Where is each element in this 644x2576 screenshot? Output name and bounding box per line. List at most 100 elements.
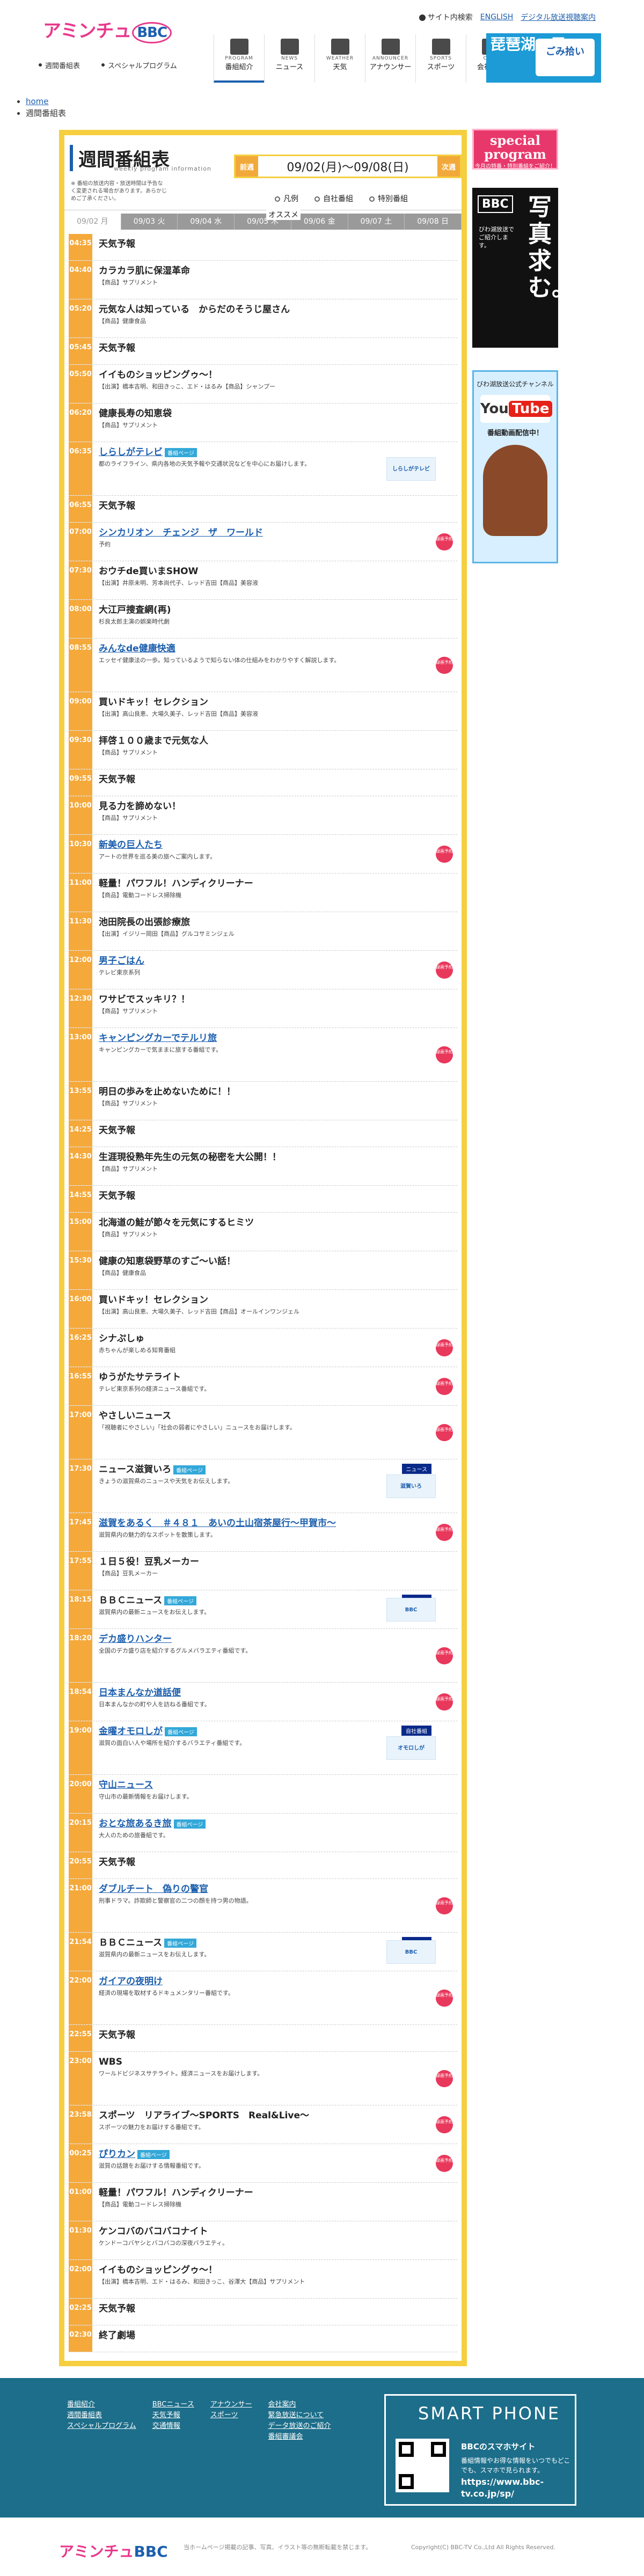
record-reservation-icon[interactable]: 録画予約	[436, 2116, 453, 2133]
program-time: 07:30	[69, 561, 92, 599]
program-title[interactable]: 男子ごはん	[99, 955, 452, 967]
program-desc: 刑事ドラマ。詐欺師と警察官の二つの顔を持つ男の物語。	[99, 1897, 252, 1904]
english-link[interactable]: ENGLISH	[480, 13, 514, 21]
footer-link[interactable]: アナウンサー	[210, 2399, 252, 2410]
program-thumbnail[interactable]: オモロしが	[386, 1736, 436, 1760]
footer-link[interactable]: 会社案内	[268, 2399, 331, 2410]
day-tab[interactable]: 09/07 土	[348, 214, 405, 230]
program-page-tag[interactable]: 番組ページ	[164, 1939, 196, 1948]
footer-link[interactable]: 緊急放送について	[268, 2410, 331, 2421]
record-reservation-icon[interactable]: 録画予約	[436, 961, 453, 979]
sidebar: special program 今月の特番・特別番組をご紹介！ BBC 写真求む…	[472, 129, 575, 563]
breadcrumb-home-link[interactable]: home	[26, 97, 49, 106]
record-reservation-icon[interactable]: 録画予約	[436, 1339, 453, 1356]
program-title[interactable]: 滋賀をあるく ＃４８１ あいの土山宿茶屋行〜甲賀市〜	[99, 1517, 452, 1529]
record-reservation-icon[interactable]: 録画予約	[436, 845, 453, 863]
record-reservation-icon[interactable]: 録画予約	[436, 1046, 453, 1063]
smart-url[interactable]: https://www.bbc-tv.co.jp/sp/	[461, 2476, 574, 2500]
program-body: ニュース滋賀いろ 番組ページ きょうの滋賀県のニュースや天気をお伝えします。 ニュース…	[92, 1459, 457, 1513]
program-page-tag[interactable]: 番組ページ	[164, 1596, 196, 1605]
osusume-label: オススメ	[266, 209, 301, 220]
record-reservation-icon[interactable]: 録画予約	[436, 1989, 453, 2007]
program-title[interactable]: キャンピングカーでテルリ旅	[99, 1032, 452, 1044]
program-title[interactable]: デカ盛りハンター	[99, 1633, 452, 1645]
nav-announcer[interactable]: ANNOUNCER アナウンサー	[365, 34, 415, 83]
program-row: 20:55 天気予報	[69, 1852, 457, 1879]
program-row: 15:00 北海道の鮭が節々を元気にするヒミツ 【商品】サプリメント	[69, 1213, 457, 1251]
breadcrumb-home[interactable]: home	[26, 96, 66, 107]
program-desc: 【出演】橋本吉明、和田きっこ、エド・はるみ【商品】シャンプー	[99, 383, 276, 390]
footer-link[interactable]: 番組紹介	[67, 2399, 136, 2410]
program-time: 22:55	[69, 2025, 92, 2051]
prev-week-button[interactable]: 前週	[236, 156, 259, 177]
program-body: 滋賀をあるく ＃４８１ あいの土山宿茶屋行〜甲賀市〜 滋賀県内の魅力的なスポットを…	[92, 1513, 457, 1551]
program-title[interactable]: ダブルチート 偽りの警官	[99, 1883, 452, 1895]
footer-link[interactable]: 番組審議会	[268, 2432, 331, 2442]
subnav-weekly[interactable]: 週間番組表	[39, 60, 80, 70]
banner-biwako[interactable]: 琵琶湖一周 ごみ拾い	[486, 33, 601, 83]
program-page-tag[interactable]: 番組ページ	[137, 2150, 170, 2159]
record-reservation-icon[interactable]: 録画予約	[436, 656, 453, 674]
photo-banner[interactable]: BBC 写真求む。 びわ湖放送でご紹介します。	[472, 188, 575, 348]
program-time: 09:55	[69, 769, 92, 796]
record-reservation-icon[interactable]: 録画予約	[436, 533, 453, 551]
program-thumbnail[interactable]: 滋賀いろ	[386, 1474, 436, 1498]
footer-logo[interactable]: アミンチュBBC	[59, 2540, 168, 2562]
program-page-tag[interactable]: 番組ページ	[173, 1465, 206, 1474]
record-reservation-icon[interactable]: 録画予約	[436, 1897, 453, 1914]
program-page-tag[interactable]: 番組ページ	[173, 1819, 206, 1829]
program-desc: アートの世界を巡る美の旅へご案内します。	[99, 853, 216, 860]
footer-link[interactable]: BBCニュース	[152, 2399, 194, 2410]
program-title[interactable]: ガイアの夜明け	[99, 1976, 452, 1987]
nav-sports[interactable]: SPORTS スポーツ	[415, 34, 466, 83]
program-title[interactable]: しらしがテレビ	[99, 447, 163, 458]
program-title[interactable]: 新美の巨人たち	[99, 839, 452, 851]
nav-weather[interactable]: WEATHER 天気	[314, 34, 365, 83]
subnav-special[interactable]: スペシャルプログラム	[101, 60, 177, 70]
day-tab[interactable]: 09/04 水	[178, 214, 235, 230]
program-time: 05:20	[69, 299, 92, 337]
program-body: 見る力を諦めない！ 【商品】サプリメント	[92, 796, 457, 834]
program-thumbnail[interactable]: しらしがテレビ	[386, 457, 436, 481]
footer-link[interactable]: スペシャルプログラム	[67, 2421, 136, 2432]
program-title[interactable]: 金曜オモロしが	[99, 1726, 163, 1737]
record-reservation-icon[interactable]: 録画予約	[436, 1693, 453, 1711]
program-body: やさしいニュース 「視聴者にやさしい」「社会の弱者にやさしい」ニュースをお届けしま…	[92, 1406, 457, 1459]
smartphone-box[interactable]: SMART PHONE BBCのスマホサイト 番組情報やお得な情報をいつでもどこ…	[384, 2394, 576, 2506]
footer-link[interactable]: 交通情報	[152, 2421, 194, 2432]
footer-link[interactable]: データ放送のご紹介	[268, 2421, 331, 2432]
footer-link[interactable]: 週間番組表	[67, 2410, 136, 2421]
footer-link[interactable]: スポーツ	[210, 2410, 252, 2421]
record-reservation-icon[interactable]: 録画予約	[436, 2154, 453, 2172]
special-program-banner[interactable]: special program 今月の特番・特別番組をご紹介！	[472, 129, 558, 170]
program-title[interactable]: おとな旅あるき旅	[99, 1818, 172, 1829]
program-title[interactable]: シンカリオン チェンジ ザ ワールド	[99, 527, 452, 539]
record-reservation-icon[interactable]: 録画予約	[436, 1647, 453, 1664]
program-row: 12:00 男子ごはん テレビ東京系列 録画予約	[69, 951, 457, 989]
next-week-button[interactable]: 次週	[437, 156, 460, 177]
program-title[interactable]: ぴりカン	[99, 2149, 135, 2160]
day-tab[interactable]: 09/02 月	[64, 214, 121, 230]
footer-link[interactable]: 天気予報	[152, 2410, 194, 2421]
nav-program[interactable]: PROGRAM 番組紹介	[214, 34, 264, 83]
program-thumbnail[interactable]: BBC	[386, 1597, 436, 1621]
sitemap-link[interactable]: サイト内検索	[419, 12, 473, 23]
program-page-tag[interactable]: 番組ページ	[165, 448, 197, 457]
digital-link[interactable]: デジタル放送視聴案内	[521, 12, 596, 23]
record-reservation-icon[interactable]: 録画予約	[436, 1377, 453, 1395]
program-title[interactable]: みんなde健康快適	[99, 643, 452, 655]
program-title[interactable]: 日本まんなか道話便	[99, 1687, 452, 1699]
day-tab[interactable]: 09/03 火	[121, 214, 178, 230]
program-page-tag[interactable]: 番組ページ	[165, 1727, 197, 1736]
program-row: 05:45 天気予報	[69, 338, 457, 365]
youtube-banner[interactable]: びわ湖放送公式チャンネル You Tube 番組動画配信中！	[472, 370, 558, 563]
nav-news[interactable]: NEWS ニュース	[264, 34, 314, 83]
record-reservation-icon[interactable]: 録画予約	[436, 1423, 453, 1441]
program-title[interactable]: 守山ニュース	[99, 1779, 452, 1791]
site-logo[interactable]: アミンチュ BBC	[43, 16, 172, 43]
record-reservation-icon[interactable]: 録画予約	[436, 2069, 453, 2087]
day-tab[interactable]: 09/08 日	[405, 214, 462, 230]
program-thumbnail[interactable]: BBC	[386, 1940, 436, 1964]
record-reservation-icon[interactable]: 録画予約	[436, 1523, 453, 1541]
qr-code-icon	[396, 2439, 449, 2492]
